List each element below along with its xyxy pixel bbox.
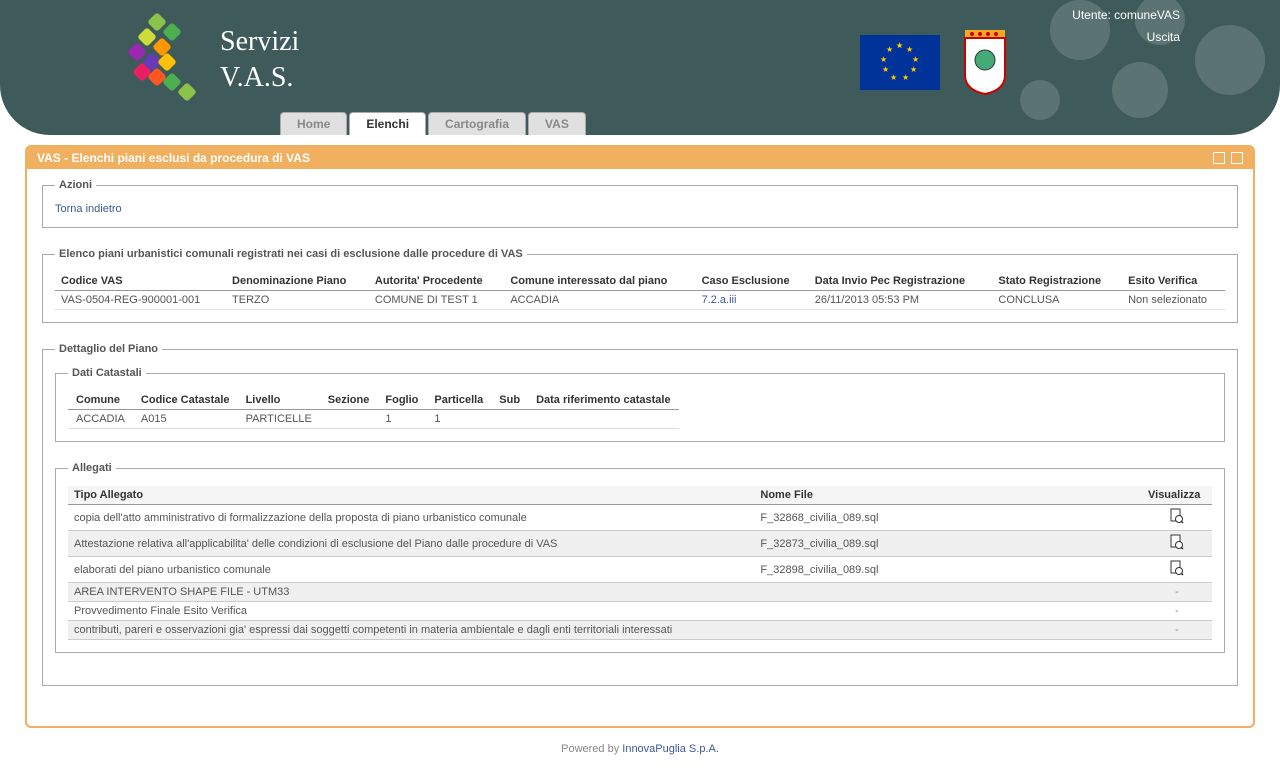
footer: Powered by InnovaPuglia S.p.A. [0,743,1280,755]
logout-link[interactable]: Uscita [1072,30,1180,44]
tab-cartografia[interactable]: Cartografia [428,112,526,135]
collapse-icon[interactable] [1213,152,1225,164]
user-label: Utente: comuneVAS [1072,8,1180,22]
table-row: AREA INTERVENTO SHAPE FILE - UTM33- [68,583,1212,602]
table-row: copia dell'atto amministrativo di formal… [68,505,1212,531]
tab-home[interactable]: Home [280,112,347,135]
catastali-box: Dati Catastali Comune Codice Catastale L… [55,367,1225,442]
table-row: Provvedimento Finale Esito Verifica- [68,602,1212,621]
tab-vas[interactable]: VAS [528,112,586,135]
tab-elenchi[interactable]: Elenchi [349,112,426,135]
view-file-icon[interactable] [1170,534,1184,550]
eu-flag-icon: ★ ★ ★ ★ ★ ★ ★ ★ ★ ★ [860,35,940,90]
elenco-table: Codice VAS Denominazione Piano Autorita'… [55,272,1225,310]
app-logo [110,15,210,105]
app-title: Servizi V.A.S. [220,24,299,97]
page-title: VAS - Elenchi piani esclusi da procedura… [37,151,310,165]
table-row: elaborati del piano urbanistico comunale… [68,557,1212,583]
view-file-icon[interactable] [1170,560,1184,576]
region-crest-icon [960,30,1010,95]
allegati-box: Allegati Tipo Allegato Nome File Visuali… [55,462,1225,653]
catastali-table: Comune Codice Catastale Livello Sezione … [68,391,679,429]
table-row: Attestazione relativa all'applicabilita'… [68,531,1212,557]
app-header: Servizi V.A.S. ★ ★ ★ ★ ★ ★ ★ ★ ★ ★ [0,0,1280,135]
caso-link[interactable]: 7.2.a.iii [696,291,809,310]
table-row: VAS-0504-REG-900001-001 TERZO COMUNE DI … [55,291,1225,310]
back-link[interactable]: Torna indietro [55,203,122,215]
table-row: contributi, pareri e osservazioni gia' e… [68,621,1212,640]
content-panel: VAS - Elenchi piani esclusi da procedura… [25,145,1255,728]
main-tabs: Home Elenchi Cartografia VAS [280,112,586,135]
elenco-box: Elenco piani urbanistici comunali regist… [42,248,1238,323]
view-file-icon[interactable] [1170,508,1184,524]
allegati-table: Tipo Allegato Nome File Visualizza copia… [68,486,1212,640]
azioni-box: Azioni Torna indietro [42,179,1238,228]
expand-icon[interactable] [1231,152,1243,164]
table-row: ACCADIA A015 PARTICELLE 1 1 [68,410,679,429]
footer-link[interactable]: InnovaPuglia S.p.A. [622,743,719,755]
dettaglio-box: Dettaglio del Piano Dati Catastali Comun… [42,343,1238,686]
